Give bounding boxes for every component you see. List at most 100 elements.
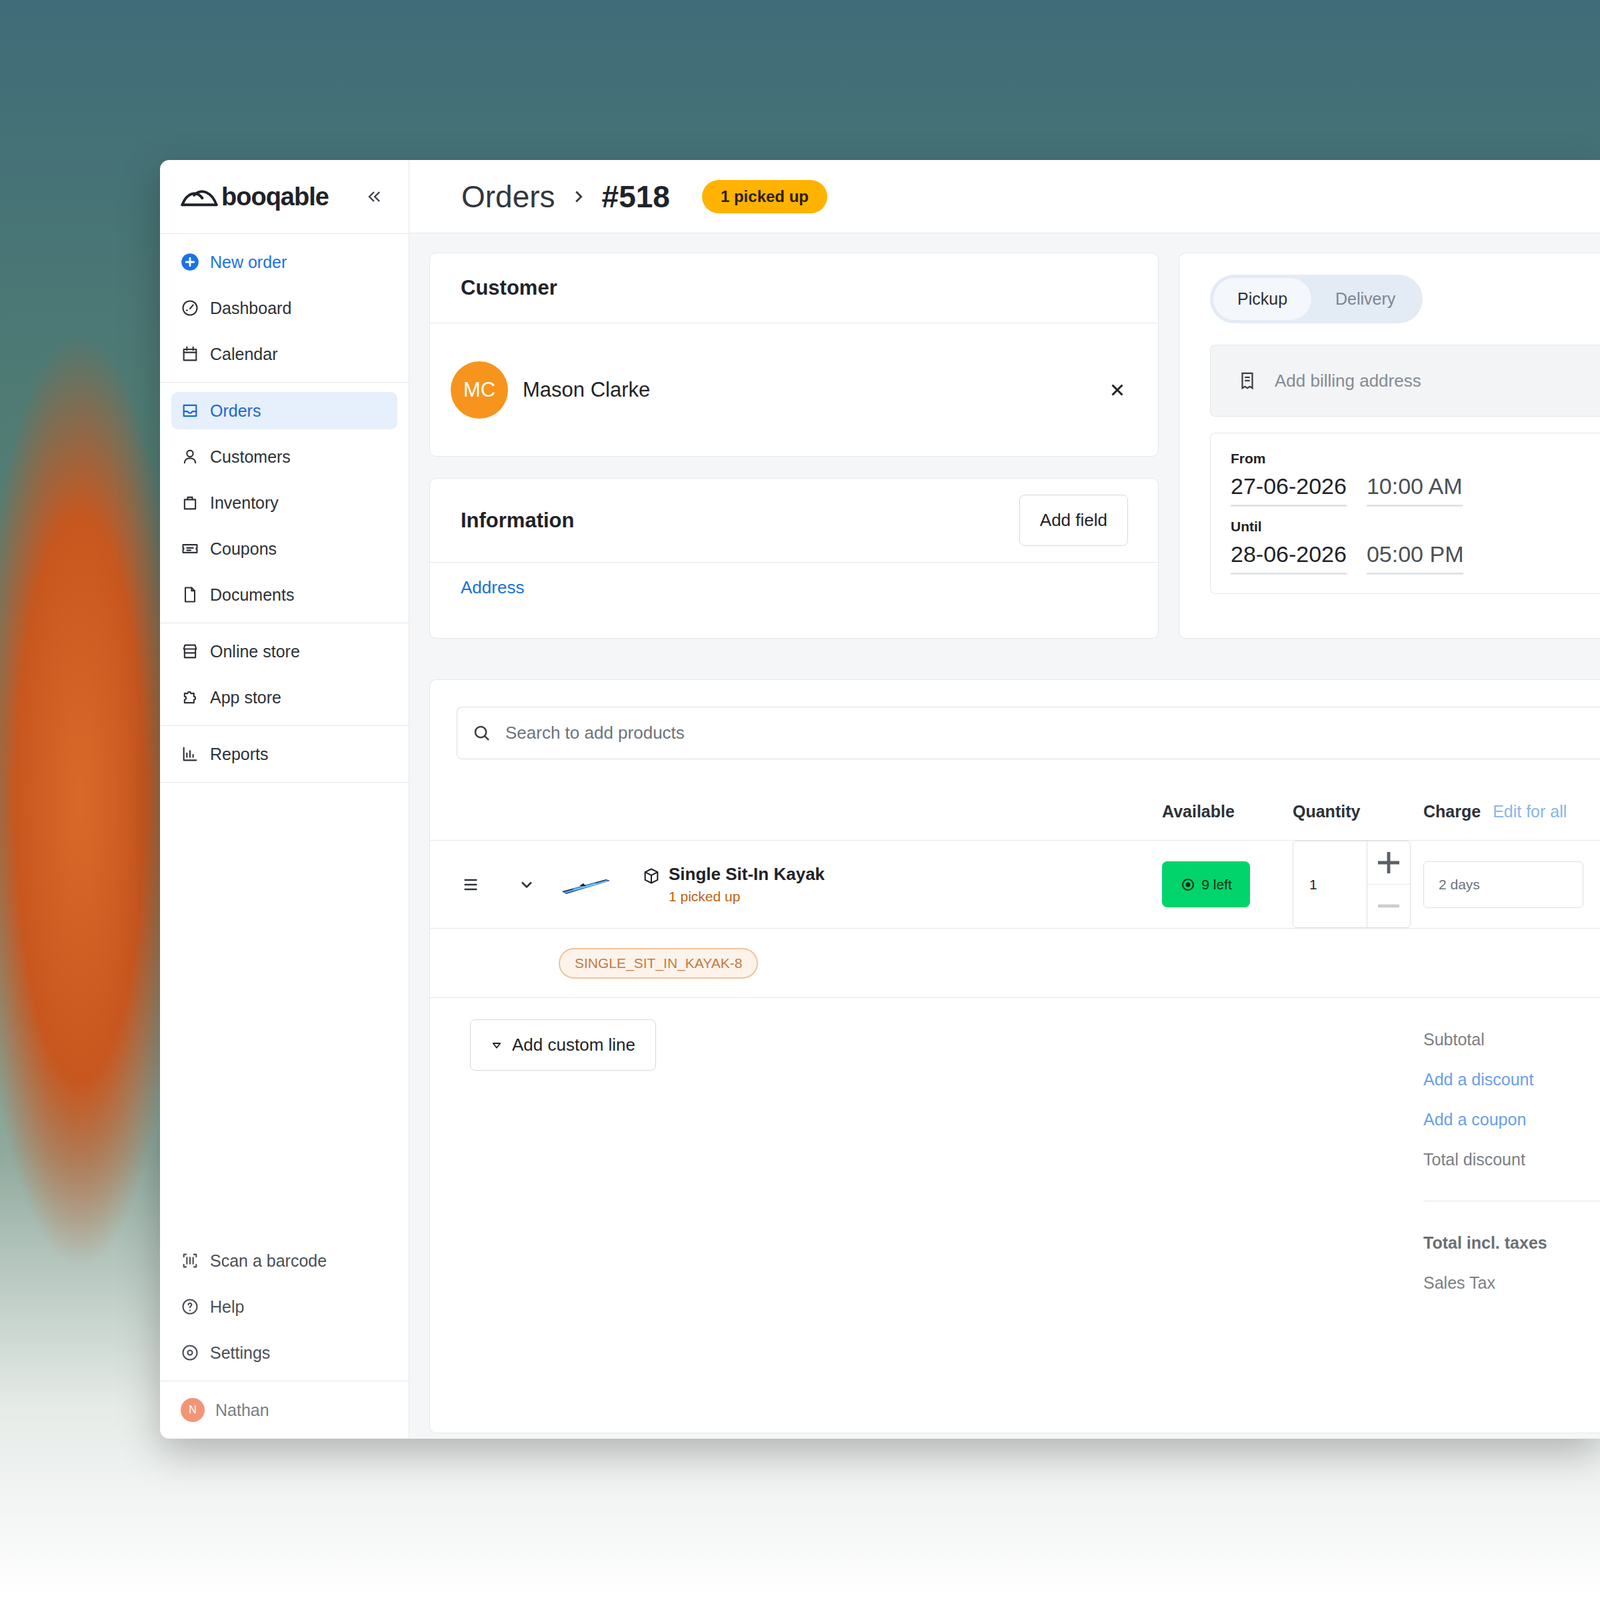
charge-input[interactable]: 2 days [1423,861,1584,908]
collapse-icon[interactable] [364,187,384,206]
sidebar-group: Reports [160,726,409,783]
sidebar-item[interactable]: Settings [171,1334,398,1372]
sidebar-item[interactable]: Scan a barcode [171,1242,398,1280]
fulfillment-card: PickupDelivery Add billing address From 27-… [1178,252,1600,639]
totals-link[interactable]: Add a discount [1423,1059,1600,1100]
sidebar-item[interactable]: Coupons [171,530,398,568]
app-window: booqable New order Dashboard Calendar Orders… [160,160,1600,1439]
totals-label: Total incl. taxes [1423,1200,1600,1263]
date-field[interactable]: 28-06-2026 [1230,541,1347,575]
column-header: Quantity [1292,802,1424,822]
sidebar-item-label: New order [210,252,287,272]
table-header: AvailableQuantityChargeEdit for all [430,759,1600,841]
sidebar-group: New order Dashboard Calendar [160,234,409,383]
order-number: #518 [602,178,670,215]
store-icon [180,642,200,661]
product-status: 1 picked up [668,888,825,905]
card-title: Customer [460,276,558,300]
box-icon [180,493,200,512]
caret-down-icon [490,1039,503,1052]
sidebar-item[interactable]: New order [171,243,398,281]
time-field[interactable]: 05:00 PM [1366,541,1464,575]
add-field-button[interactable]: Add field [1019,494,1128,546]
card-header: Customer [430,253,1158,324]
chart-icon [180,744,200,764]
sidebar-item[interactable]: Dashboard [171,289,398,327]
drag-handle-icon[interactable] [461,875,480,894]
plus-icon [180,252,200,272]
sidebar-bottom: Scan a barcode Help Settings [160,1232,409,1382]
product-name[interactable]: Single Sit-In Kayak [668,864,825,885]
product-icon [642,866,661,886]
customer-card: CustomerMCMason Clarke [429,252,1159,457]
totals-label: Subtotal [1423,1019,1600,1060]
fulfillment-tab[interactable]: Pickup [1213,278,1312,320]
edit-all-link[interactable]: Edit for all [1492,802,1567,822]
search-placeholder: Search to add products [505,722,685,744]
sidebar-item-label: Reports [210,744,269,764]
sidebar-group: Orders Customers Inventory Coupons Documents [160,382,409,624]
field-link[interactable]: Address [460,577,524,598]
period-row: From 27-06-2026 10:00 AM [1230,450,1580,507]
sidebar-group: Online store App store [160,623,409,726]
fulfillment-tab[interactable]: Delivery [1311,278,1420,320]
sidebar-item[interactable]: Inventory [171,484,398,522]
products-card: Search to add products AvailableQuantityC… [429,679,1600,1434]
sidebar-item[interactable]: App store [171,678,398,716]
sidebar-item[interactable]: Documents [171,576,398,614]
dashboard-icon [180,298,200,318]
sidebar-item-label: Orders [210,401,261,421]
quantity-input[interactable]: 1 [1293,841,1367,928]
totals-label: Total discount [1423,1139,1600,1180]
close-icon[interactable] [1107,380,1128,400]
billing-address-button[interactable]: Add billing address [1210,344,1600,417]
sidebar-item-label: Inventory [210,493,279,513]
page-header: Orders #518 1 picked up [409,160,1600,234]
gear-icon [180,1343,200,1362]
totals-link[interactable]: Add a coupon [1423,1099,1600,1140]
calendar-icon [180,344,200,364]
logo[interactable]: booqable [180,182,329,212]
rental-period: From 27-06-2026 10:00 AM Until 28-06-2026 05:… [1210,432,1600,594]
card-title: Information [460,508,575,533]
date-field[interactable]: 27-06-2026 [1230,473,1347,507]
customer-name[interactable]: Mason Clarke [522,378,1108,402]
sidebar-item[interactable]: Orders [171,392,398,430]
product-search[interactable]: Search to add products [456,706,1600,760]
search-icon [472,723,492,744]
totals: SubtotalAdd a discountAdd a couponTotal … [1423,1019,1600,1303]
sidebar-item[interactable]: Help [171,1288,398,1326]
identifier-row: SINGLE_SIT_IN_KAYAK-8 [430,928,1600,998]
sidebar-item[interactable]: Calendar [171,335,398,373]
sidebar-item-label: Coupons [210,539,277,559]
time-field[interactable]: 10:00 AM [1366,473,1463,507]
period-label: From [1230,450,1580,467]
breadcrumb-link[interactable]: Orders [461,178,556,215]
inbox-icon [180,401,200,420]
ticket-icon [180,539,200,558]
quantity-stepper: 1 [1292,840,1411,928]
sidebar-item[interactable]: Reports [171,735,398,773]
user-menu[interactable]: NNathan [160,1381,409,1439]
plus-icon[interactable] [1367,841,1410,884]
identifier-tag[interactable]: SINGLE_SIT_IN_KAYAK-8 [558,948,758,979]
status-badge: 1 picked up [702,180,828,214]
minus-icon[interactable] [1367,884,1410,928]
sidebar-item-label: Calendar [210,344,278,364]
sidebar-item-label: Settings [210,1343,270,1363]
add-custom-line-button[interactable]: Add custom line [470,1019,656,1071]
column-header: Available [1162,802,1293,822]
sidebar-item-label: Documents [210,585,294,605]
sidebar-item-label: Online store [210,642,300,662]
totals-label: Sales Tax [1423,1262,1600,1303]
user-name: Nathan [215,1400,270,1420]
chevron-down-icon[interactable] [517,875,536,894]
sidebar-item[interactable]: Online store [171,632,398,670]
order-content: CustomerMCMason Clarke Information Add fie… [409,233,1600,1439]
sidebar-item-label: Dashboard [210,298,292,318]
period-label: Until [1230,518,1580,535]
billing-placeholder: Add billing address [1274,370,1422,392]
availability-icon [1180,876,1196,893]
sidebar-item[interactable]: Customers [171,438,398,476]
order-footer: Add custom line SubtotalAdd a discountAdd… [430,998,1600,1303]
